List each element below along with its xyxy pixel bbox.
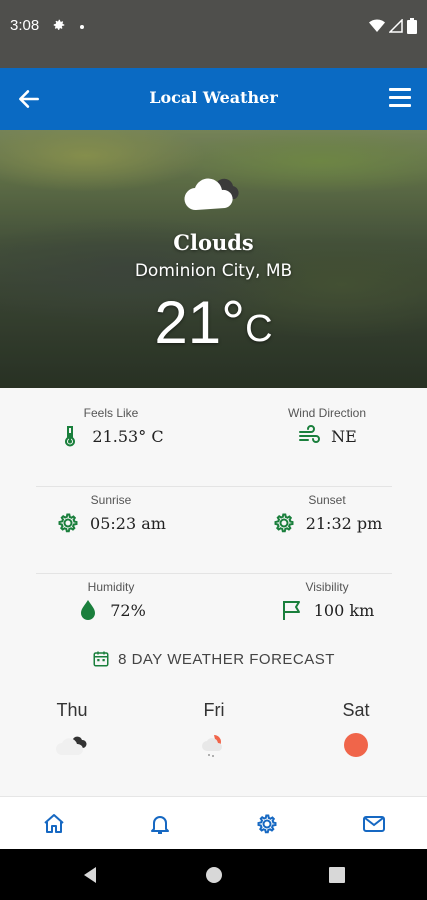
- bell-icon[interactable]: [148, 812, 172, 836]
- calendar-icon: [93, 651, 109, 667]
- system-home-icon[interactable]: [205, 866, 223, 884]
- wifi-icon: [369, 19, 385, 32]
- stat-label: Humidity: [87, 580, 135, 594]
- status-time: 3:08: [10, 17, 40, 34]
- wind-icon: [299, 425, 321, 443]
- stat-value: 21:32 pm: [305, 513, 383, 533]
- sunrise-stat: Sunrise 05:23 am: [36, 493, 186, 535]
- stat-label: Visibility: [305, 580, 349, 594]
- forecast-days: Thu Fri Sat: [0, 700, 427, 790]
- settings-status-icon: [53, 19, 65, 30]
- bottom-nav: [0, 796, 427, 849]
- weather-stats: Feels Like 21.53° C Wind Direction NE Su…: [36, 400, 392, 661]
- stat-label: Feels Like: [83, 406, 139, 420]
- day-name: Thu: [56, 700, 88, 720]
- signal-icon: [389, 19, 403, 33]
- system-back-icon[interactable]: [82, 866, 98, 884]
- forecast-title: 8 DAY WEATHER FORECAST: [118, 650, 335, 668]
- stat-value: 05:23 am: [90, 513, 166, 533]
- stat-label: Wind Direction: [287, 406, 367, 420]
- visibility-stat: Visibility 100 km: [252, 580, 402, 622]
- flag-icon: [282, 601, 300, 620]
- forecast-day[interactable]: Thu: [32, 700, 112, 763]
- feels-like-stat: Feels Like 21.53° C: [36, 406, 186, 448]
- day-name: Fri: [203, 700, 225, 720]
- status-bar: 3:08: [0, 0, 427, 68]
- mail-icon[interactable]: [362, 812, 386, 836]
- forecast-header: 8 DAY WEATHER FORECAST: [0, 650, 427, 668]
- thermometer-icon: [65, 426, 76, 447]
- humidity-stat: Humidity 72%: [36, 580, 186, 622]
- sun-icon: [344, 733, 368, 757]
- current-temperature: 21°C: [0, 288, 427, 357]
- sunrise-gear-icon: [58, 513, 78, 533]
- day-name: Sat: [342, 700, 370, 720]
- stat-row: Feels Like 21.53° C Wind Direction NE: [36, 400, 392, 487]
- home-icon[interactable]: [42, 812, 66, 836]
- forecast-day[interactable]: Sat: [316, 700, 396, 763]
- clouds-icon: [184, 178, 239, 211]
- status-icons: [369, 18, 417, 34]
- gear-icon[interactable]: [255, 812, 279, 836]
- forecast-day[interactable]: Fri: [174, 700, 254, 763]
- stat-value: 72%: [110, 600, 146, 620]
- notification-dot: [80, 25, 84, 29]
- stat-value: 100 km: [313, 600, 375, 620]
- app-bar: Local Weather: [0, 68, 427, 130]
- hero-banner: Clouds Dominion City, MB 21°C: [0, 130, 427, 388]
- partly-rain-icon: [202, 735, 222, 757]
- app-title: Local Weather: [149, 88, 278, 107]
- stat-row: Sunrise 05:23 am Sunset 21:32 pm: [36, 487, 392, 574]
- weather-condition: Clouds: [173, 230, 254, 255]
- sunset-gear-icon: [274, 513, 294, 533]
- location-name: Dominion City, MB: [134, 261, 293, 281]
- stat-label: Sunrise: [90, 493, 132, 507]
- cloudy-icon: [56, 736, 87, 755]
- wind-direction-stat: Wind Direction NE: [252, 406, 402, 448]
- temperature-value: 21°: [154, 289, 246, 356]
- water-drop-icon: [81, 600, 96, 620]
- sunset-stat: Sunset 21:32 pm: [252, 493, 402, 535]
- stat-row: Humidity 72% Visibility 100 km: [36, 574, 392, 661]
- system-nav-bar: [0, 849, 427, 900]
- stat-value: NE: [331, 426, 357, 446]
- hamburger-menu-icon[interactable]: [389, 88, 411, 108]
- stat-value: 21.53° C: [92, 426, 164, 446]
- system-recents-icon[interactable]: [329, 867, 345, 883]
- stat-label: Sunset: [308, 493, 346, 507]
- temperature-unit: C: [245, 308, 273, 350]
- battery-icon: [407, 18, 417, 34]
